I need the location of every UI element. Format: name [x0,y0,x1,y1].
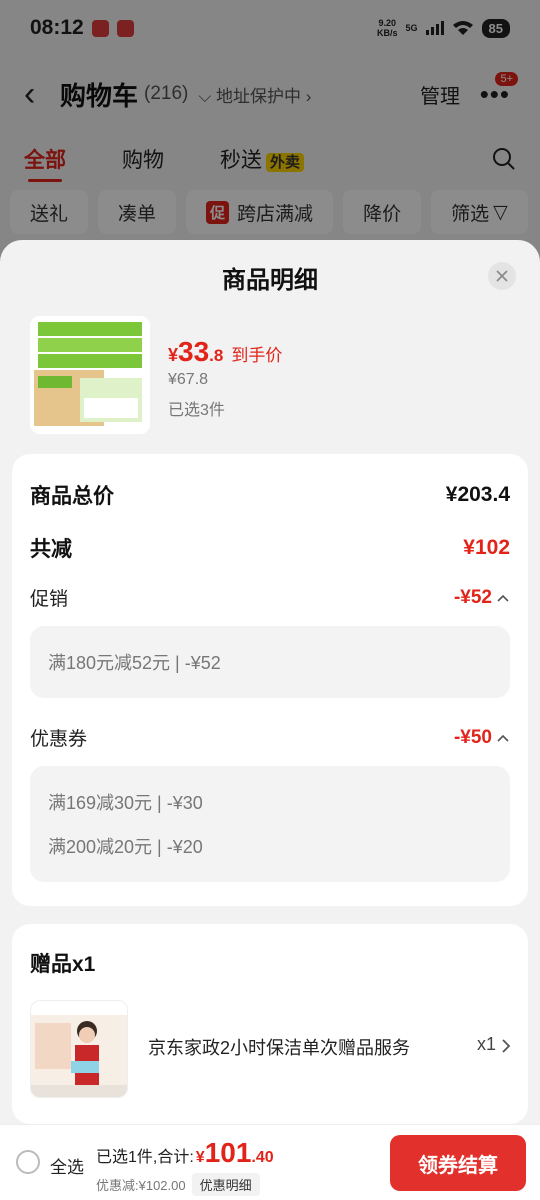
product-image [30,316,150,434]
price-decimal: .8 [209,346,224,365]
gift-card: 赠品x1 京东家政2小时保洁单次赠品服务 x1 [12,924,528,1124]
total-label: 已选1件,合计: [96,1149,194,1166]
coupon-detail-line: 满200减20元 | -¥20 [48,837,203,857]
sheet-title: 商品明细 [222,267,318,294]
price-integer: 33 [178,336,210,367]
chevron-up-icon[interactable] [496,591,510,605]
reduce-label: 共减 [30,538,72,561]
total-integer: 101 [204,1137,252,1168]
select-all-checkbox[interactable] [16,1150,40,1174]
discount-detail-link[interactable]: 优惠明细 [191,1173,260,1196]
total-label: 商品总价 [30,485,114,508]
gift-qty: x1 [476,1034,496,1054]
chevron-up-icon[interactable] [496,731,510,745]
total-row: 商品总价 ¥203.4 [30,480,510,510]
promo-row[interactable]: 促销 -¥52 [30,584,510,611]
deal-price: ¥ 33 .8 到手价 [168,336,282,368]
total-price: 已选1件,合计: ¥ 101 .40 [96,1137,274,1169]
discount-line: 优惠减:¥102.00 优惠明细 [96,1173,260,1196]
total-symbol: ¥ [195,1149,205,1166]
gift-image [30,1000,128,1098]
reduce-value: ¥102 [463,536,510,559]
coupon-detail-box: 满169减30元 | -¥30 满200减20元 | -¥20 [30,766,510,882]
chevron-right-icon[interactable] [500,1038,512,1054]
price-symbol: ¥ [168,345,179,365]
promo-value: -¥52 [453,586,492,608]
original-price: ¥67.8 [168,371,209,388]
total-value: ¥203.4 [445,483,510,506]
checkout-bar: 全选 已选1件,合计: ¥ 101 .40 优惠减:¥102.00 优惠明细 领… [0,1124,540,1200]
coupon-row[interactable]: 优惠券 -¥50 [30,724,510,751]
discount-text: 优惠减:¥102.00 [96,1178,186,1193]
promo-detail-box: 满180元减52元 | -¥52 [30,626,510,698]
price-summary-card: 商品总价 ¥203.4 共减 ¥102 促销 -¥52 满180元减52元 | … [12,454,528,906]
reduce-row: 共减 ¥102 [30,533,510,563]
select-all-label[interactable]: 全选 [50,1153,84,1178]
promo-label: 促销 [30,589,69,610]
total-decimal: .40 [251,1149,274,1166]
checkout-button[interactable]: 领券结算 [390,1135,526,1191]
close-button[interactable] [488,262,516,290]
price-tag: 到手价 [231,346,283,365]
gift-name[interactable]: 京东家政2小时保洁单次赠品服务 [148,1034,416,1060]
product-summary: ¥ 33 .8 到手价 ¥67.8 已选3件 [30,316,510,436]
coupon-value: -¥50 [453,726,492,748]
gift-title: 赠品x1 [30,953,96,976]
coupon-detail-line: 满169减30元 | -¥30 [48,793,203,813]
product-detail-sheet: 商品明细 ¥ 33 .8 到手价 ¥67.8 已选3件 商品总价 ¥203.4 … [0,240,540,1200]
coupon-label: 优惠券 [30,729,88,750]
selected-count: 已选3件 [168,402,225,419]
promo-detail-line: 满180元减52元 | -¥52 [48,653,221,673]
close-icon [496,270,508,282]
